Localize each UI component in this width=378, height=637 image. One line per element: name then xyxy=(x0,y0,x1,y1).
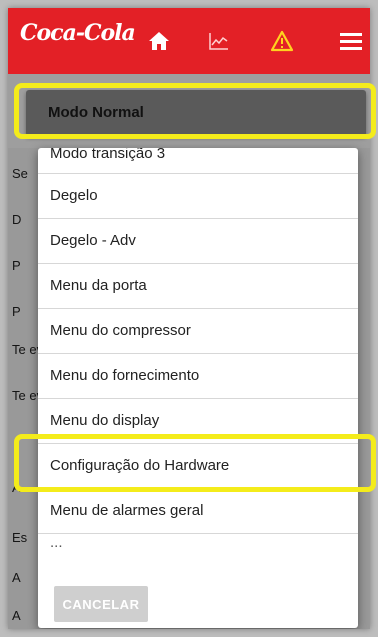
highlight-hardware-option xyxy=(14,434,376,492)
option-menu-do-fornecimento[interactable]: Menu do fornecimento xyxy=(38,354,358,399)
home-icon[interactable] xyxy=(146,28,172,54)
option-more[interactable]: ... xyxy=(38,534,358,564)
mode-options-dialog: Modo transição 3 Degelo Degelo - Adv Men… xyxy=(38,148,358,628)
option-degelo[interactable]: Degelo xyxy=(38,174,358,219)
cancel-button[interactable]: CANCELAR xyxy=(54,586,148,622)
app-bar: Coca-Cola xyxy=(8,8,370,74)
chart-icon[interactable] xyxy=(206,28,232,54)
option-modo-transicao-3[interactable]: Modo transição 3 xyxy=(38,148,358,174)
option-menu-da-porta[interactable]: Menu da porta xyxy=(38,264,358,309)
option-menu-de-alarmes-geral[interactable]: Menu de alarmes geral xyxy=(38,489,358,534)
option-degelo-adv[interactable]: Degelo - Adv xyxy=(38,219,358,264)
option-menu-do-compressor[interactable]: Menu do compressor xyxy=(38,309,358,354)
coca-cola-logo: Coca-Cola xyxy=(20,20,136,46)
warning-icon[interactable] xyxy=(269,28,295,54)
highlight-mode-select xyxy=(14,83,376,139)
menu-icon[interactable] xyxy=(338,28,364,54)
